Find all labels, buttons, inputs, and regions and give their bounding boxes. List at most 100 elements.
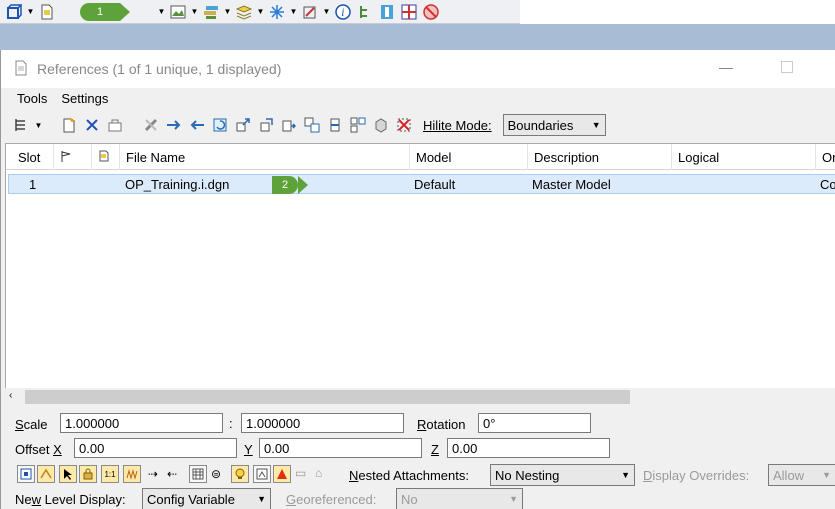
no-entry-icon[interactable]: [421, 2, 441, 22]
caret-down-icon[interactable]: ▼: [256, 2, 265, 22]
models-icon[interactable]: [201, 2, 221, 22]
nested-attachments-label: Nested Attachments:: [349, 468, 469, 483]
cell-orientation: Co: [820, 176, 835, 192]
detach-icon[interactable]: [82, 115, 102, 135]
menu-bar: Tools Settings: [1, 88, 835, 108]
scale-icon[interactable]: [233, 115, 253, 135]
display-style-icon[interactable]: [300, 2, 320, 22]
georeferenced-value: No: [401, 491, 418, 507]
hilite-mode-select[interactable]: Boundaries ▼: [502, 114, 606, 136]
rotation-input[interactable]: 0°: [478, 413, 591, 433]
caret-down-icon: ▼: [509, 494, 518, 504]
mirror-h-icon[interactable]: [256, 115, 276, 135]
raster-icon[interactable]: [168, 2, 188, 22]
caret-down-icon[interactable]: ▼: [289, 2, 298, 22]
new-level-display-select[interactable]: Config Variable ▼: [142, 488, 271, 509]
menu-settings[interactable]: Settings: [61, 91, 108, 106]
horizontal-scrollbar[interactable]: ‹: [5, 388, 835, 406]
file-icon: [98, 150, 110, 165]
scale-separator: :: [229, 416, 233, 431]
table-toggle-icon[interactable]: [189, 465, 207, 483]
attach-icon[interactable]: [59, 115, 79, 135]
col-orientation[interactable]: Or: [816, 144, 835, 170]
hilite-mode-label: Hilite Mode:: [423, 117, 492, 133]
grid-icon[interactable]: [399, 2, 419, 22]
copy-arrow-icon[interactable]: ⇠: [167, 467, 177, 481]
copy-icon[interactable]: [187, 115, 207, 135]
nested-attachments-select[interactable]: No Nesting ▼: [490, 464, 635, 486]
caret-down-icon: ▼: [621, 470, 630, 480]
col-description[interactable]: Description: [528, 144, 672, 170]
hilite-mode-value: Boundaries: [507, 117, 574, 133]
scale-ref-input[interactable]: 1.000000: [241, 413, 404, 433]
display-toggle-icon[interactable]: [17, 465, 35, 483]
caret-down-icon[interactable]: ▼: [190, 2, 199, 22]
mirror-v-icon[interactable]: [279, 115, 299, 135]
minimize-button[interactable]: [719, 68, 733, 69]
lock-toggle-icon[interactable]: [79, 465, 97, 483]
cell-model: Default: [414, 176, 456, 192]
col-logical[interactable]: Logical: [672, 144, 816, 170]
flag-icon: [60, 150, 72, 165]
offset-z-input[interactable]: 0.00: [447, 438, 610, 458]
clip-front-icon[interactable]: [348, 115, 368, 135]
scale-label: Scale: [15, 417, 48, 432]
scale-master-input[interactable]: 1.000000: [60, 413, 223, 433]
link-icon[interactable]: ⊜: [211, 467, 221, 481]
col-file-icon[interactable]: [92, 144, 120, 170]
title-bar: References (1 of 1 unique, 1 displayed): [1, 50, 835, 88]
main-toolbar: ▼ ▼ ▼ ▼ ▼ ▼ ▼ i: [0, 0, 520, 24]
rotation-label: Rotation: [417, 417, 466, 432]
move-icon[interactable]: [164, 115, 184, 135]
warning-toggle-icon[interactable]: [273, 465, 291, 483]
caret-down-icon[interactable]: ▼: [26, 2, 35, 22]
true-scale-icon[interactable]: 1:1: [101, 465, 119, 483]
preview-toggle-icon[interactable]: [253, 465, 271, 483]
col-model[interactable]: Model: [410, 144, 528, 170]
col-file-name[interactable]: File Name: [120, 144, 410, 170]
sparkle-icon[interactable]: [267, 2, 287, 22]
maximize-button[interactable]: [781, 61, 793, 73]
scroll-left-icon[interactable]: ‹: [9, 390, 12, 401]
display-overrides-value: Allow: [773, 467, 805, 483]
slider-icon[interactable]: [377, 2, 397, 22]
info-icon[interactable]: i: [333, 2, 353, 22]
delete-clip-icon[interactable]: [394, 115, 414, 135]
line-style-icon[interactable]: [123, 465, 141, 483]
step-callout-2: 2: [272, 176, 308, 194]
offset-y-input[interactable]: 0.00: [259, 438, 422, 458]
unlock-icon: ⌂: [315, 466, 323, 480]
snap-toggle-icon[interactable]: [37, 465, 55, 483]
clip-boundary-icon[interactable]: [302, 115, 322, 135]
col-flag[interactable]: [54, 144, 92, 170]
view-cube-icon[interactable]: [4, 2, 24, 22]
menu-tools[interactable]: Tools: [17, 91, 47, 106]
references-icon[interactable]: [37, 2, 57, 22]
clip-mask-icon[interactable]: [325, 115, 345, 135]
caret-down-icon[interactable]: ▼: [223, 2, 232, 22]
georeferenced-select: No ▼: [396, 488, 523, 509]
table-row[interactable]: 1 OP_Training.i.dgn Default Master Model…: [8, 174, 835, 194]
tree-list-icon[interactable]: [11, 115, 31, 135]
locate-toggle-icon[interactable]: [59, 465, 77, 483]
exchange-icon[interactable]: [141, 115, 161, 135]
scrollbar-thumb[interactable]: [25, 390, 630, 404]
bulb-toggle-icon[interactable]: [231, 465, 249, 483]
levels-icon[interactable]: [234, 2, 254, 22]
references-window: References (1 of 1 unique, 1 displayed) …: [0, 50, 835, 509]
rotate-icon[interactable]: [210, 115, 230, 135]
svg-text:i: i: [341, 8, 344, 19]
col-slot[interactable]: Slot: [6, 144, 54, 170]
reload-icon[interactable]: [105, 115, 125, 135]
caret-down-icon[interactable]: ▼: [157, 2, 166, 22]
offset-y-label: Y: [244, 442, 253, 457]
offset-x-input[interactable]: 0.00: [74, 438, 237, 458]
caret-down-icon[interactable]: ▼: [34, 115, 43, 135]
clip-3d-icon[interactable]: [371, 115, 391, 135]
window-band: [0, 24, 835, 50]
offset-x-label: Offset X: [15, 442, 62, 457]
tree-icon[interactable]: [355, 2, 375, 22]
georeferenced-label: Georeferenced:: [286, 492, 377, 507]
caret-down-icon[interactable]: ▼: [322, 2, 331, 22]
move-arrow-icon[interactable]: ⇢: [148, 467, 158, 481]
